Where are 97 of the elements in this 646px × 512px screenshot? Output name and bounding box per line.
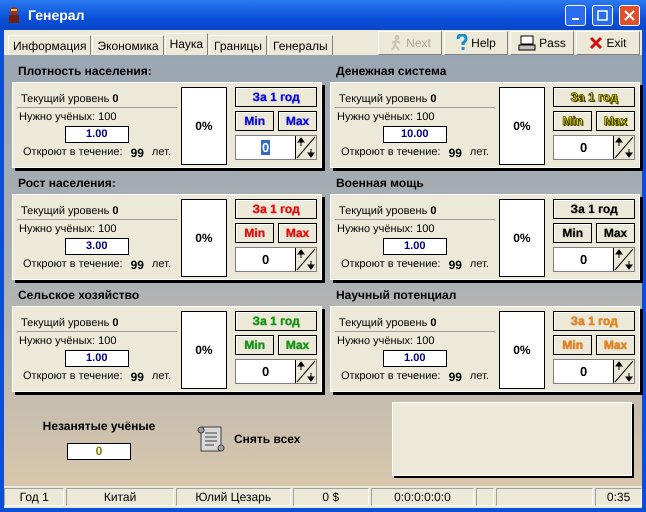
exit-button[interactable]: Exit <box>576 30 640 54</box>
opens-label: Откроют в течение: <box>23 146 123 160</box>
current-level: Текущий уровень 0 <box>17 87 177 108</box>
opens-label: Откроют в течение: <box>341 146 441 160</box>
spin-arrows-icon[interactable] <box>295 360 316 383</box>
rate-field: 1.00 <box>64 126 129 143</box>
scientists-needed: Нужно учёных: 100 <box>18 222 118 235</box>
scientist-spinner[interactable]: 0 <box>235 135 317 160</box>
rate-field: 1.00 <box>382 350 447 367</box>
maximize-button[interactable] <box>592 4 613 26</box>
years-value: 99 <box>448 258 462 272</box>
status-cell: Год 1 <box>4 488 64 506</box>
pass-button[interactable]: Pass <box>510 30 574 54</box>
current-level: Текущий уровень 0 <box>17 311 177 332</box>
tab[interactable]: Границы <box>209 35 268 55</box>
current-level: Текущий уровень 0 <box>335 87 495 108</box>
years-unit: лет. <box>152 258 171 272</box>
years-value: 99 <box>130 258 144 272</box>
scientist-spinner[interactable]: 0 <box>553 247 635 272</box>
rate-field: 3.00 <box>64 238 129 255</box>
status-cell: 0:35 <box>595 488 642 506</box>
scientists-needed: Нужно учёных: 100 <box>18 334 118 347</box>
close-icon <box>624 10 635 20</box>
percent-display: 0% <box>180 199 228 277</box>
walking-figure-icon <box>389 34 404 50</box>
opens-label: Откроют в течение: <box>23 370 123 384</box>
tab[interactable]: Наука <box>164 33 208 56</box>
tab[interactable]: Экономика <box>92 35 164 55</box>
opens-label: Откроют в течение: <box>23 258 123 272</box>
years-unit: лет. <box>470 370 489 384</box>
current-level: Текущий уровень 0 <box>335 311 495 332</box>
max-button[interactable]: Max <box>596 223 635 243</box>
close-button[interactable] <box>619 4 640 26</box>
question-icon <box>456 34 468 51</box>
status-cell: Китай <box>66 488 174 506</box>
years-unit: лет. <box>152 370 171 384</box>
scroll-icon[interactable] <box>196 424 226 454</box>
percent-display: 0% <box>498 87 546 165</box>
percent-display: 0% <box>180 311 228 389</box>
spin-arrows-icon[interactable] <box>613 360 634 383</box>
status-cell: 0 $ <box>292 488 369 506</box>
minimize-button[interactable] <box>565 4 586 26</box>
computer-icon <box>518 34 536 50</box>
percent-display: 0% <box>498 311 546 389</box>
percent-display: 0% <box>498 199 546 277</box>
min-button[interactable]: Min <box>553 223 592 243</box>
rate-field: 1.00 <box>382 238 447 255</box>
scientist-spinner[interactable]: 0 <box>553 135 635 160</box>
scientists-needed: Нужно учёных: 100 <box>336 110 436 123</box>
rate-field: 10.00 <box>382 126 447 143</box>
window-title: Генерал <box>28 7 86 23</box>
spin-arrows-icon[interactable] <box>295 136 316 159</box>
close-icon <box>589 36 604 50</box>
opens-label: Откроют в течение: <box>341 258 441 272</box>
tab[interactable]: Генералы <box>268 35 333 55</box>
tab[interactable]: Информация <box>8 35 92 55</box>
min-button[interactable]: Min <box>235 111 274 131</box>
idle-scientists-label: Незанятые учёные <box>42 418 156 432</box>
app-icon <box>6 6 22 24</box>
rate-field: 1.00 <box>64 350 129 367</box>
one-year-button[interactable]: За 1 год <box>235 87 317 107</box>
scientists-needed: Нужно учёных: 100 <box>336 334 436 347</box>
help-button[interactable]: Help <box>444 30 508 54</box>
scientist-spinner[interactable]: 0 <box>235 247 317 272</box>
section-title: Сельское хозяйство <box>17 287 140 304</box>
years-unit: лет. <box>470 258 489 272</box>
minimize-icon <box>572 18 579 20</box>
years-value: 99 <box>130 146 144 160</box>
status-cell: Юлий Цезарь <box>176 488 291 506</box>
one-year-button[interactable]: За 1 год <box>553 199 635 219</box>
current-level: Текущий уровень 0 <box>17 199 177 220</box>
section-title: Военная мощь <box>335 175 425 192</box>
section-title: Научный потенциал <box>335 287 458 304</box>
current-level: Текущий уровень 0 <box>335 199 495 220</box>
scientists-needed: Нужно учёных: 100 <box>336 222 436 235</box>
status-cell <box>476 488 494 506</box>
idle-scientists-field: 0 <box>67 442 131 460</box>
remove-all-label[interactable]: Снять всех <box>234 432 300 446</box>
status-cell: 0:0:0:0:0:0 <box>370 488 474 506</box>
section-title: Рост населения: <box>17 175 117 192</box>
section-title: Денежная система <box>335 63 448 80</box>
scientist-spinner[interactable]: 0 <box>553 359 635 384</box>
spin-arrows-icon[interactable] <box>613 248 634 271</box>
maximize-icon <box>597 10 608 20</box>
max-button[interactable]: Max <box>278 111 317 131</box>
years-unit: лет. <box>470 146 489 160</box>
opens-label: Откроют в течение: <box>341 370 441 384</box>
spin-arrows-icon[interactable] <box>295 248 316 271</box>
years-value: 99 <box>448 370 462 384</box>
scientists-needed: Нужно учёных: 100 <box>18 110 118 123</box>
percent-display: 0% <box>180 87 228 165</box>
years-unit: лет. <box>152 146 171 160</box>
spin-arrows-icon[interactable] <box>613 136 634 159</box>
scientist-spinner[interactable]: 0 <box>235 359 317 384</box>
years-value: 99 <box>130 370 144 384</box>
years-value: 99 <box>448 146 462 160</box>
section-title: Плотность населения: <box>17 63 153 80</box>
